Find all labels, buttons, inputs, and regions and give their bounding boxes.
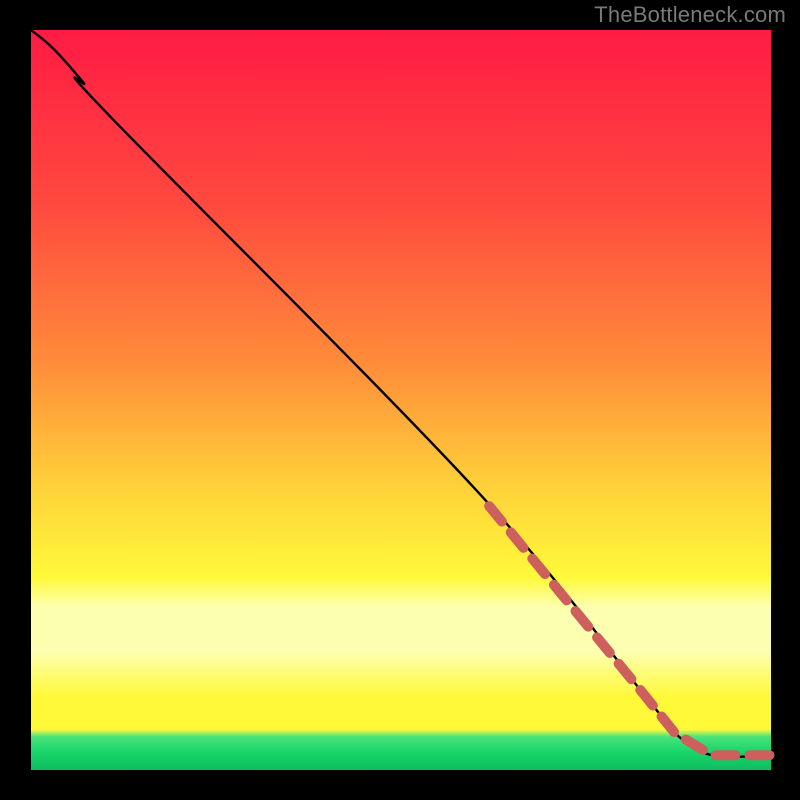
plot-background xyxy=(31,30,771,770)
chart-container: TheBottleneck.com xyxy=(0,0,800,800)
bottleneck-chart xyxy=(0,0,800,800)
